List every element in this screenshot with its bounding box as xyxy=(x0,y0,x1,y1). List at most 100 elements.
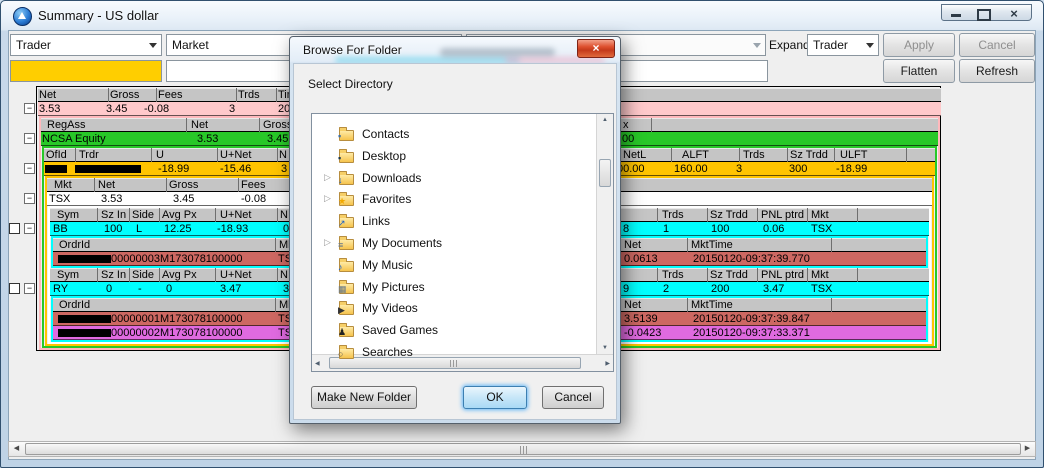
folder-item-my-documents[interactable]: ▷≡My Documents xyxy=(312,234,582,254)
column-header: Net xyxy=(98,178,115,192)
column-header: OfId xyxy=(46,148,67,162)
folder-item-favorites[interactable]: ▷★Favorites xyxy=(312,190,582,210)
column-separator xyxy=(97,268,98,282)
folder-item-label: Searches xyxy=(362,345,413,359)
folder-item-saved-games[interactable]: ♟Saved Games xyxy=(312,321,582,341)
make-new-folder-button[interactable]: Make New Folder xyxy=(311,386,417,409)
tree-vertical-scrollbar[interactable]: ▲ ▼ xyxy=(596,114,613,354)
collapse-button[interactable]: − xyxy=(24,193,35,204)
column-header: Gross xyxy=(263,118,292,132)
folder-badge-icon: ▦ xyxy=(338,284,347,294)
table-cell: 3.45 xyxy=(106,102,127,116)
table-cell: -0.08 xyxy=(241,192,266,206)
close-button[interactable]: × xyxy=(997,4,1032,21)
dialog-close-button[interactable]: × xyxy=(577,39,615,58)
table-cell: RY xyxy=(53,282,68,296)
column-separator xyxy=(277,208,278,222)
column-header: OrdrId xyxy=(59,238,90,252)
dialog-cancel-button[interactable]: Cancel xyxy=(542,386,604,409)
expand-arrow-icon[interactable]: ▷ xyxy=(324,237,331,248)
column-header: Mkt xyxy=(811,268,829,282)
column-header: Trds xyxy=(238,88,260,102)
table-cell: 20150120-09:37:39.847 xyxy=(693,312,810,326)
folder-item-my-pictures[interactable]: ▦My Pictures xyxy=(312,278,582,298)
table-cell: 00000002M173078100000 xyxy=(111,326,243,340)
collapse-button[interactable]: − xyxy=(24,133,35,144)
row-checkbox[interactable] xyxy=(9,223,20,234)
scroll-left-arrow-icon[interactable]: ◀ xyxy=(10,443,23,455)
expand-combobox-value: Trader xyxy=(813,38,848,52)
trader-filter-input[interactable] xyxy=(10,60,162,82)
column-separator xyxy=(657,268,658,282)
expand-combobox[interactable]: Trader xyxy=(807,34,879,56)
scrollbar-grip-icon xyxy=(520,446,529,454)
collapse-button[interactable]: − xyxy=(24,163,35,174)
column-separator xyxy=(215,268,216,282)
column-header: Sym xyxy=(57,208,79,222)
table-cell: 00000003M173078100000 xyxy=(111,252,243,266)
close-icon: × xyxy=(592,41,599,55)
folder-item-searches[interactable]: ○Searches xyxy=(312,343,582,363)
window-title: Summary - US dollar xyxy=(38,8,159,23)
table-cell: 20150120-09:37:33.371 xyxy=(693,326,810,340)
column-separator xyxy=(687,298,688,312)
column-header: OrdrId xyxy=(59,298,90,312)
column-header: Mkt xyxy=(54,178,72,192)
refresh-button[interactable]: Refresh xyxy=(959,59,1035,83)
column-separator xyxy=(651,118,652,132)
collapse-button[interactable]: − xyxy=(24,103,35,114)
row-checkbox[interactable] xyxy=(9,283,20,294)
scroll-right-arrow-icon[interactable]: ▶ xyxy=(1021,443,1034,455)
folder-item-desktop[interactable]: ▪ Desktop xyxy=(312,147,582,167)
cancel-button[interactable]: Cancel xyxy=(959,33,1035,57)
trader-combobox[interactable]: Trader xyxy=(10,34,162,56)
column-separator xyxy=(807,208,808,222)
folder-badge-icon: ↓ xyxy=(338,175,343,185)
folder-badge-icon: ♪ xyxy=(338,262,343,272)
folder-badge-icon: ▪ xyxy=(338,153,341,163)
ok-button[interactable]: OK xyxy=(463,386,527,409)
column-separator xyxy=(217,148,218,162)
folder-item-links[interactable]: ↗Links xyxy=(312,212,582,232)
column-separator xyxy=(277,148,278,162)
scroll-up-arrow-icon[interactable]: ▲ xyxy=(597,117,613,123)
expand-arrow-icon[interactable]: ▷ xyxy=(324,172,331,183)
column-header: PNL ptrd xyxy=(761,268,804,282)
folder-item-label: Contacts xyxy=(362,127,409,141)
expand-arrow-icon[interactable]: ▷ xyxy=(324,193,331,204)
folder-item-my-music[interactable]: ♪My Music xyxy=(312,256,582,276)
column-header: Net xyxy=(191,118,208,132)
table-cell: 0 xyxy=(106,282,112,296)
column-header: Sz In xyxy=(101,208,126,222)
scroll-down-arrow-icon[interactable]: ▼ xyxy=(597,345,613,351)
chevron-down-icon xyxy=(149,43,157,48)
apply-button[interactable]: Apply xyxy=(883,33,955,57)
minimize-button[interactable] xyxy=(941,4,970,21)
maximize-icon xyxy=(977,9,991,21)
folder-item-label: Desktop xyxy=(362,149,406,163)
collapse-button[interactable]: − xyxy=(24,223,35,234)
table-cell: 3.45 xyxy=(267,132,288,146)
column-separator xyxy=(238,178,239,192)
table-cell: 3.45 xyxy=(173,192,194,206)
redacted-bar xyxy=(75,165,141,173)
flatten-button[interactable]: Flatten xyxy=(883,59,955,83)
column-header: Avg Px xyxy=(162,268,197,282)
folder-item-my-videos[interactable]: ▶My Videos xyxy=(312,299,582,319)
collapse-button[interactable]: − xyxy=(24,283,35,294)
folder-item-contacts[interactable]: ▪ Contacts xyxy=(312,125,582,145)
tree-vscroll-thumb[interactable] xyxy=(599,159,611,187)
column-header: MktTime xyxy=(691,298,733,312)
folder-badge-icon: ▪ xyxy=(338,131,341,141)
folder-badge-icon: ≡ xyxy=(338,240,343,250)
table-cell: L xyxy=(136,222,142,236)
redacted-bar xyxy=(45,165,67,173)
scroll-right-arrow-icon[interactable]: ▶ xyxy=(605,360,610,367)
column-header: Sz Trdd xyxy=(790,148,828,162)
horizontal-scrollbar[interactable]: ◀ ▶ xyxy=(8,441,1036,457)
maximize-button[interactable] xyxy=(969,4,998,21)
column-header: RegAss xyxy=(47,118,86,132)
scrollbar-thumb[interactable] xyxy=(25,443,1021,455)
folder-item-label: Downloads xyxy=(362,171,421,185)
folder-item-downloads[interactable]: ▷ ↓ Downloads xyxy=(312,169,582,189)
